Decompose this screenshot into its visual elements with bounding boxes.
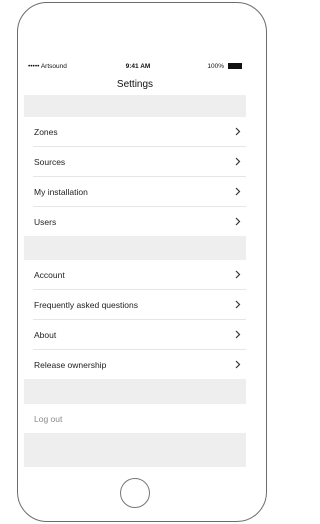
settings-item-label: Release ownership bbox=[34, 359, 107, 370]
chevron-right-icon bbox=[235, 300, 241, 309]
settings-screen: ••••• Artsound 9:41 AM 100% Settings Zon… bbox=[24, 59, 246, 467]
chevron-right-icon bbox=[235, 270, 241, 279]
logout-label: Log out bbox=[34, 413, 63, 424]
battery-icon bbox=[228, 63, 242, 69]
chevron-right-icon bbox=[235, 217, 241, 226]
section-gap bbox=[24, 236, 246, 260]
settings-item-zones[interactable]: Zones bbox=[24, 117, 246, 146]
settings-item-label: Account bbox=[34, 269, 65, 280]
settings-item-my-installation[interactable]: My installation bbox=[24, 177, 246, 206]
settings-item-label: Frequently asked questions bbox=[34, 299, 138, 310]
settings-item-label: Users bbox=[34, 216, 57, 227]
settings-item-users[interactable]: Users bbox=[24, 207, 246, 236]
settings-item-release-ownership[interactable]: Release ownership bbox=[24, 350, 246, 379]
settings-item-label: Zones bbox=[34, 126, 58, 137]
logout-button[interactable]: Log out bbox=[24, 404, 246, 433]
section-gap bbox=[24, 95, 246, 117]
section-gap bbox=[24, 379, 246, 404]
chevron-right-icon bbox=[235, 360, 241, 369]
settings-item-faq[interactable]: Frequently asked questions bbox=[24, 290, 246, 319]
chevron-right-icon bbox=[235, 157, 241, 166]
settings-item-account[interactable]: Account bbox=[24, 260, 246, 289]
chevron-right-icon bbox=[235, 127, 241, 136]
section-gap bbox=[24, 433, 246, 467]
settings-item-label: About bbox=[34, 329, 57, 340]
home-button[interactable] bbox=[120, 478, 150, 508]
settings-item-label: Sources bbox=[34, 156, 66, 167]
status-bar: ••••• Artsound 9:41 AM 100% bbox=[24, 59, 246, 75]
chevron-right-icon bbox=[235, 187, 241, 196]
page-title: Settings bbox=[116, 79, 154, 90]
chevron-right-icon bbox=[235, 330, 241, 339]
settings-item-about[interactable]: About bbox=[24, 320, 246, 349]
settings-item-label: My installation bbox=[34, 186, 88, 197]
battery-percentage: 100% bbox=[207, 63, 224, 70]
settings-item-sources[interactable]: Sources bbox=[24, 147, 246, 176]
